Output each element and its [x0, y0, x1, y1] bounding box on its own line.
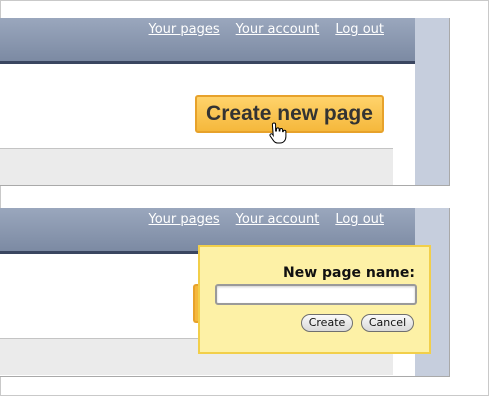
footer-bar	[0, 148, 393, 185]
nav-log-out-link[interactable]: Log out	[335, 23, 384, 37]
nav-your-account-link[interactable]: Your account	[236, 213, 320, 227]
hand-pointer-icon	[269, 122, 287, 144]
top-nav: Your pages Your account Log out	[133, 213, 384, 227]
nav-your-pages-link[interactable]: Your pages	[149, 23, 220, 37]
create-button[interactable]: Create	[301, 314, 353, 332]
step-1-panel: Your pages Your account Log out Create n…	[0, 18, 450, 186]
nav-log-out-link[interactable]: Log out	[335, 213, 384, 227]
nav-your-account-link[interactable]: Your account	[236, 23, 320, 37]
header-bar: Your pages Your account Log out	[0, 18, 415, 64]
top-nav: Your pages Your account Log out	[133, 23, 384, 37]
new-page-name-input[interactable]	[215, 284, 417, 305]
create-new-page-button[interactable]: Create new page	[195, 95, 384, 133]
cancel-button[interactable]: Cancel	[361, 314, 414, 332]
new-page-popup: New page name: Create Cancel	[198, 245, 431, 354]
new-page-name-label: New page name:	[283, 265, 415, 281]
nav-your-pages-link[interactable]: Your pages	[149, 213, 220, 227]
side-column	[415, 18, 449, 185]
